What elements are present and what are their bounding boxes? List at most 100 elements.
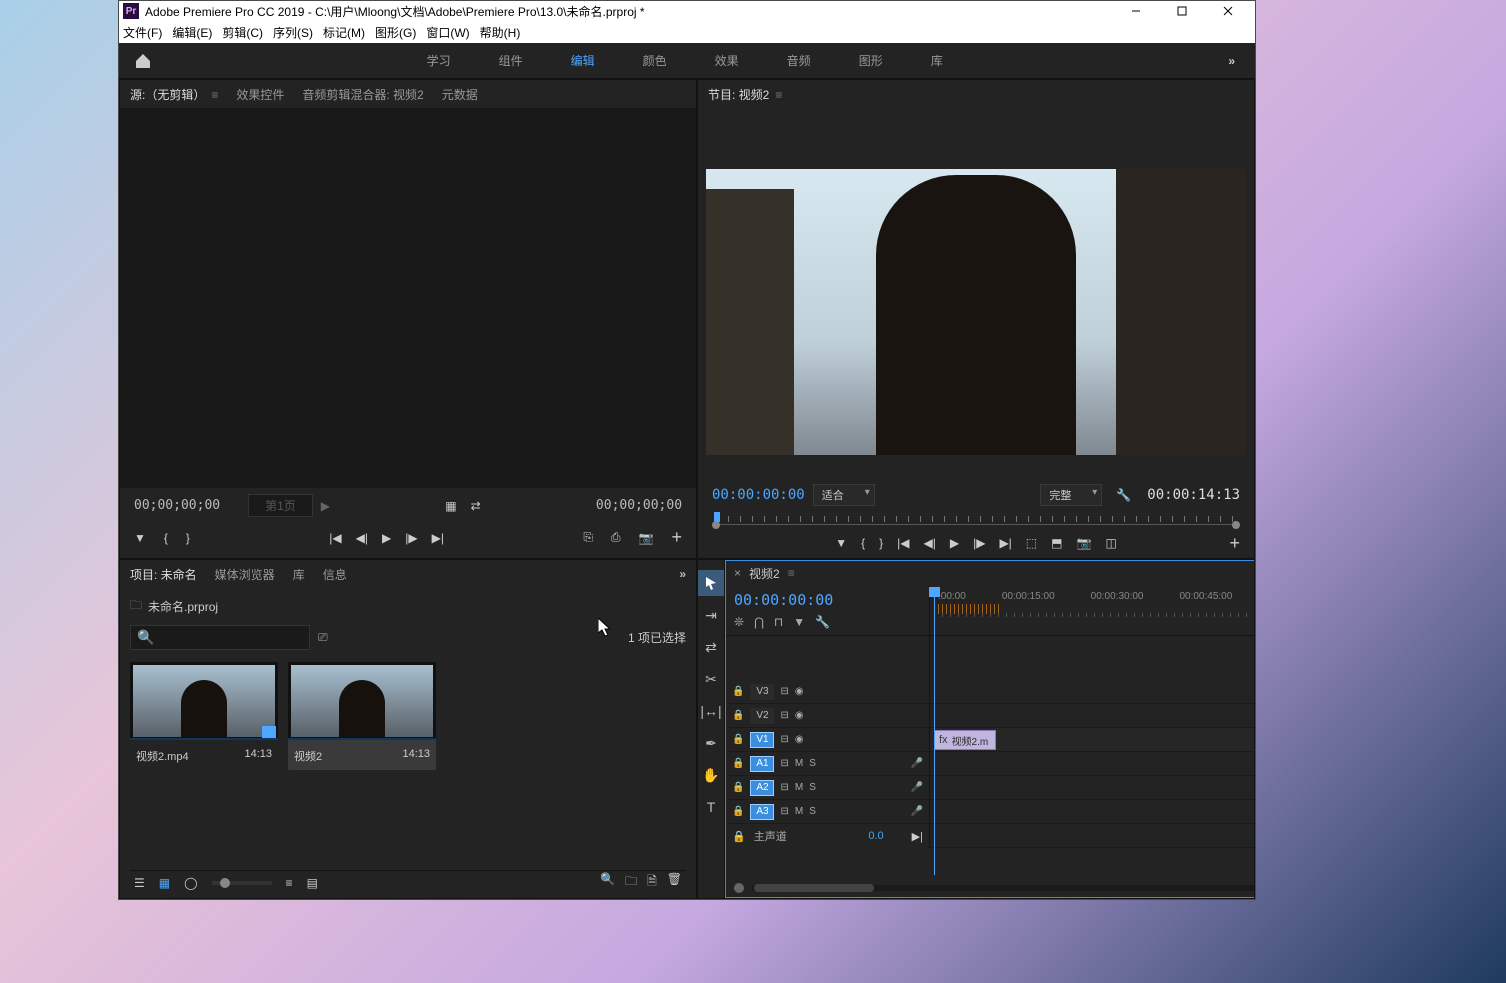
prog-compare-icon[interactable]: ◫ [1105,536,1116,550]
lane-v3[interactable] [930,680,1255,704]
workspace-tab-audio[interactable]: 音频 [783,44,815,77]
menu-help[interactable]: 帮助(H) [480,24,521,41]
src-step-fwd-icon[interactable]: |▶ [405,531,417,545]
master-value[interactable]: 0.0 [868,830,883,842]
clip-video2[interactable]: fx 视频2.m [934,730,996,750]
sync-lock-icon[interactable]: ⊟ [780,734,788,745]
source-paging-play-icon[interactable]: ▶ [321,499,330,513]
lane-master[interactable] [930,824,1255,848]
menu-graphics[interactable]: 图形(G) [375,24,416,41]
project-delete-icon[interactable]: 🗑 [667,872,682,893]
prog-step-back-icon[interactable]: ◀| [923,536,935,550]
tool-selection[interactable] [698,570,724,596]
track-tag-v2[interactable]: V2 [750,708,774,724]
workspace-tab-learn[interactable]: 学习 [423,44,455,77]
source-tab-metadata[interactable]: 元数据 [442,86,478,103]
minimize-button[interactable] [1113,1,1159,21]
src-marker-icon[interactable]: ▼ [134,531,146,545]
project-tab-info[interactable]: 信息 [323,566,347,583]
track-tag-a1[interactable]: A1 [750,756,774,772]
eye-icon[interactable]: ◉ [795,734,804,745]
eye-icon[interactable]: ◉ [795,710,804,721]
prog-marker-icon[interactable]: ▼ [835,536,847,550]
prog-step-fwd-icon[interactable]: |▶ [973,536,985,550]
project-tab-media[interactable]: 媒体浏览器 [215,566,275,583]
src-add-button-icon[interactable]: + [671,527,682,548]
track-tag-a3[interactable]: A3 [750,804,774,820]
src-overwrite-icon[interactable]: ⎙ [611,530,621,545]
tl-scroll-thumb[interactable] [754,884,874,892]
project-sort-icon[interactable]: ≡ [286,876,293,890]
lock-icon[interactable]: 🔒 [732,806,744,817]
source-tab-audio-mixer[interactable]: 音频剪辑混合器: 视频2 [302,86,423,103]
menu-file[interactable]: 文件(F) [123,24,162,41]
project-tab-library[interactable]: 库 [293,566,305,583]
lock-icon[interactable]: 🔒 [732,830,746,843]
scrubber-handle-right[interactable] [1232,521,1240,529]
project-clip-0[interactable]: 视频2.mp4 14:13 [130,662,278,770]
project-ingest-icon[interactable]: ⎚ [318,630,328,645]
lane-v2[interactable] [930,704,1255,728]
tool-razor[interactable]: ✂ [698,666,724,692]
lock-icon[interactable]: 🔒 [732,782,744,793]
tool-type[interactable]: T [698,794,724,820]
src-in-icon[interactable]: { [164,531,168,545]
tl-marker-span-icon[interactable]: ⊓ [774,615,783,629]
src-play-icon[interactable]: ▶ [382,531,391,545]
source-time-left[interactable]: 00;00;00;00 [134,498,220,513]
lock-icon[interactable]: 🔒 [732,758,744,769]
menu-marker[interactable]: 标记(M) [323,24,365,41]
prog-goto-in-icon[interactable]: |◀ [897,536,909,550]
src-out-icon[interactable]: } [186,531,190,545]
tl-scroll-left-handle[interactable] [734,883,744,893]
scrubber-handle-left[interactable] [712,521,720,529]
sync-lock-icon[interactable]: ⊟ [780,782,788,793]
project-find-icon[interactable]: 🔍 [600,872,615,893]
workspace-tab-editing[interactable]: 编辑 [567,44,599,77]
prog-lift-icon[interactable]: ⬚ [1026,536,1037,550]
timeline-ruler[interactable]: :00:00 00:00:15:00 00:00:30:00 00:00:45:… [930,585,1255,635]
track-head-a3[interactable]: 🔒 A3 ⊟ MS 🎤 [726,800,929,824]
workspace-tab-libraries[interactable]: 库 [927,44,947,77]
tool-hand[interactable]: ✋ [698,762,724,788]
sync-lock-icon[interactable]: ⊟ [780,686,788,697]
prog-in-icon[interactable]: { [861,536,865,550]
maximize-button[interactable] [1159,1,1205,21]
tl-link-icon[interactable]: ⋂ [754,615,764,629]
tool-pen[interactable]: ✒ [698,730,724,756]
src-step-back-icon[interactable]: ◀| [356,531,368,545]
mic-icon[interactable]: 🎤 [911,806,923,817]
tool-ripple-edit[interactable]: ⇄ [698,634,724,660]
project-search-input[interactable]: 🔍 [130,625,310,650]
mic-icon[interactable]: 🎤 [911,758,923,769]
source-settings2-icon[interactable]: ⇄ [471,499,481,513]
project-view-icons-icon[interactable]: ▦ [159,876,170,890]
project-new-item-icon[interactable]: 🗎 [647,872,657,893]
track-head-v1[interactable]: 🔒 V1 ⊟ ◉ [726,728,929,752]
track-lanes[interactable]: fx 视频2.m [930,636,1255,848]
project-view-list-icon[interactable]: ☰ [134,876,145,890]
project-clip-1[interactable]: 视频2 14:13 [288,662,436,770]
lane-a3[interactable] [930,800,1255,824]
tl-snap-icon[interactable]: ❊ [734,615,744,629]
program-tab[interactable]: 节目: 视频2 [708,86,782,103]
src-insert-icon[interactable]: ⎘ [583,530,593,545]
source-paging[interactable]: 第1页 [248,494,313,517]
tl-settings-icon[interactable]: 🔧 [815,615,830,629]
project-auto-seq-icon[interactable]: ▤ [307,876,318,890]
menu-sequence[interactable]: 序列(S) [273,24,313,41]
menu-clip[interactable]: 剪辑(C) [222,24,263,41]
track-head-a2[interactable]: 🔒 A2 ⊟ MS 🎤 [726,776,929,800]
timeline-tab-close-icon[interactable]: × [734,566,741,580]
src-goto-in-icon[interactable]: |◀ [329,531,341,545]
tool-track-select[interactable]: ⇥ [698,602,724,628]
lane-a2[interactable] [930,776,1255,800]
track-tag-v3[interactable]: V3 [750,684,774,700]
src-export-frame-icon[interactable]: 📷 [639,531,654,545]
program-time-current[interactable]: 00:00:00:00 [712,487,805,503]
mic-icon[interactable]: 🎤 [911,782,923,793]
project-zoom-slider[interactable] [212,881,272,885]
timeline-seq-name[interactable]: 视频2 [749,565,780,582]
prog-add-button-icon[interactable]: + [1229,533,1240,554]
lane-a1[interactable] [930,752,1255,776]
